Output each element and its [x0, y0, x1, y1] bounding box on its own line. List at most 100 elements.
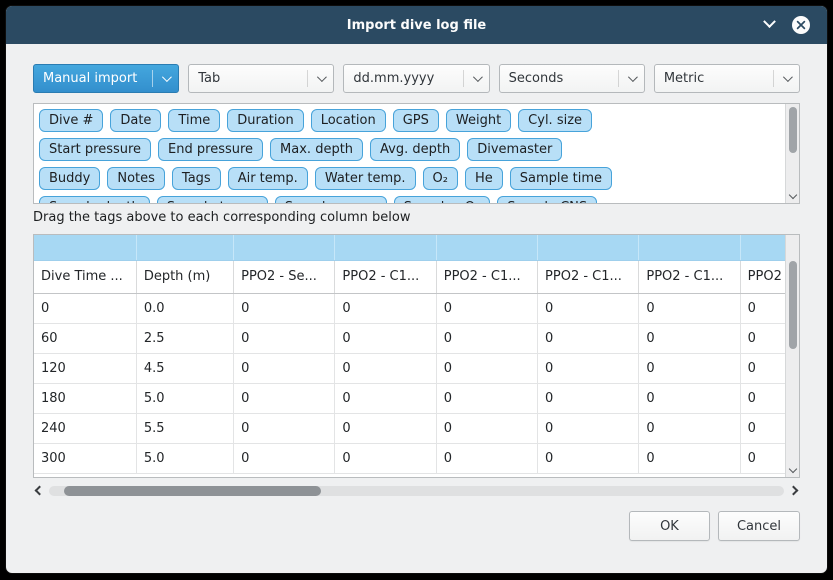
- combo-separator: [152, 70, 153, 87]
- scroll-left-arrow-icon[interactable]: [35, 486, 45, 496]
- drag-tag[interactable]: GPS: [393, 109, 439, 132]
- drop-target-cell[interactable]: [34, 235, 136, 260]
- table-row: 2405.5000000: [34, 413, 800, 443]
- table-cell: 0: [34, 293, 136, 323]
- scroll-down-arrow-icon[interactable]: [789, 191, 797, 199]
- table-cell: 0: [436, 413, 537, 443]
- table-cell: 0: [335, 413, 436, 443]
- scroll-down-arrow-icon[interactable]: [789, 465, 797, 473]
- tag-row: Start pressure End pressure Max. depth Avg.…: [39, 138, 779, 161]
- close-button[interactable]: [791, 15, 811, 35]
- drag-tag[interactable]: Water temp.: [315, 167, 416, 190]
- column-header[interactable]: PPO2 - Se...: [234, 260, 335, 293]
- drag-tag[interactable]: Sample temp.: [157, 196, 268, 203]
- scroll-right-arrow-icon[interactable]: [789, 486, 799, 496]
- tag-rows: Dive # Date Time Duration Location GPS Weight C…: [34, 104, 799, 203]
- cancel-button[interactable]: Cancel: [718, 511, 800, 541]
- drag-tag[interactable]: Sample depth: [39, 196, 150, 203]
- tag-pool-scrollbar[interactable]: [785, 104, 799, 203]
- drag-tag[interactable]: Location: [311, 109, 386, 132]
- dialog-content: Manual importTabdd.mm.yyyySecondsMetric …: [6, 44, 827, 541]
- chevron-down-icon: [317, 72, 327, 82]
- drop-target-cell[interactable]: [335, 235, 436, 260]
- table-cell: 0: [538, 383, 639, 413]
- table-cell: 0: [436, 353, 537, 383]
- table-cell: 0: [335, 443, 436, 473]
- table-cell: 180: [34, 383, 136, 413]
- date-format-combo[interactable]: dd.mm.yyyy: [343, 64, 489, 93]
- column-header[interactable]: Depth (m): [136, 260, 233, 293]
- scrollbar-thumb[interactable]: [789, 107, 797, 153]
- horizontal-scrollbar[interactable]: [33, 484, 800, 498]
- drag-tag[interactable]: Dive #: [39, 109, 103, 132]
- time-format-combo-value: Seconds: [509, 71, 618, 86]
- drop-target-cell[interactable]: [436, 235, 537, 260]
- preview-table-container: Dive Time ...Depth (m)PPO2 - Se...PPO2 -…: [33, 234, 800, 478]
- table-cell: 0: [639, 293, 740, 323]
- drop-target-cell[interactable]: [538, 235, 639, 260]
- table-cell: 0: [234, 323, 335, 353]
- preview-table: Dive Time ...Depth (m)PPO2 - Se...PPO2 -…: [34, 235, 800, 474]
- drop-target-cell[interactable]: [234, 235, 335, 260]
- drop-target-row: [34, 235, 800, 260]
- drag-tag[interactable]: O₂: [423, 167, 458, 190]
- table-cell: 0: [436, 323, 537, 353]
- table-row: 00.0000000: [34, 293, 800, 323]
- column-header[interactable]: PPO2 - C1...: [538, 260, 639, 293]
- drag-tag[interactable]: Time: [168, 109, 220, 132]
- drag-tag[interactable]: Air temp.: [228, 167, 308, 190]
- drop-target-cell[interactable]: [136, 235, 233, 260]
- drag-tag[interactable]: Cyl. size: [518, 109, 592, 132]
- column-header[interactable]: Dive Time ...: [34, 260, 136, 293]
- table-cell: 0: [538, 443, 639, 473]
- drag-tag[interactable]: Max. depth: [270, 138, 363, 161]
- table-cell: 0: [639, 353, 740, 383]
- units-combo[interactable]: Metric: [654, 64, 800, 93]
- drag-tag[interactable]: End pressure: [158, 138, 263, 161]
- drag-tag[interactable]: Date: [110, 109, 161, 132]
- date-format-combo-value: dd.mm.yyyy: [353, 71, 462, 86]
- table-cell: 0: [538, 293, 639, 323]
- header-row: Dive Time ...Depth (m)PPO2 - Se...PPO2 -…: [34, 260, 800, 293]
- column-header[interactable]: PPO2 - C1...: [639, 260, 740, 293]
- tag-pool: Dive # Date Time Duration Location GPS Weight C…: [33, 103, 800, 204]
- drag-tag[interactable]: Sample press.: [275, 196, 387, 203]
- drag-tag[interactable]: Avg. depth: [370, 138, 460, 161]
- close-icon: [791, 15, 811, 35]
- drag-tag[interactable]: Start pressure: [39, 138, 151, 161]
- scrollbar-thumb[interactable]: [789, 261, 797, 349]
- table-cell: 5.0: [136, 383, 233, 413]
- drag-tag[interactable]: Divemaster: [467, 138, 562, 161]
- drag-tag[interactable]: Sample CNS: [497, 196, 597, 203]
- table-cell: 0.0: [136, 293, 233, 323]
- drag-tag[interactable]: Duration: [227, 109, 303, 132]
- drag-tag[interactable]: Buddy: [39, 167, 100, 190]
- scrollbar-track[interactable]: [49, 486, 784, 496]
- button-row: OK Cancel: [33, 511, 800, 541]
- ok-button[interactable]: OK: [629, 511, 710, 541]
- scrollbar-thumb[interactable]: [64, 486, 321, 496]
- separator-combo[interactable]: Tab: [188, 64, 334, 93]
- column-header[interactable]: PPO2 - C1...: [335, 260, 436, 293]
- table-cell: 300: [34, 443, 136, 473]
- table-row: 1204.5000000: [34, 353, 800, 383]
- titlebar[interactable]: Import dive log file: [6, 6, 827, 44]
- table-cell: 0: [436, 383, 537, 413]
- drag-tag[interactable]: He: [465, 167, 503, 190]
- drag-tag[interactable]: Notes: [107, 167, 165, 190]
- table-cell: 0: [436, 293, 537, 323]
- chevron-down-icon: [162, 72, 172, 82]
- drag-tag[interactable]: Tags: [172, 167, 221, 190]
- drag-tag[interactable]: Sample time: [510, 167, 612, 190]
- drag-tag[interactable]: Sample pO₂: [394, 196, 491, 203]
- drag-tag[interactable]: Weight: [446, 109, 511, 132]
- import-type-combo[interactable]: Manual import: [33, 64, 179, 93]
- column-header[interactable]: PPO2 - C1...: [436, 260, 537, 293]
- drop-target-cell[interactable]: [639, 235, 740, 260]
- time-format-combo[interactable]: Seconds: [499, 64, 645, 93]
- table-vertical-scrollbar[interactable]: [785, 235, 799, 477]
- more-options-button[interactable]: [765, 18, 774, 33]
- table-cell: 0: [335, 353, 436, 383]
- table-cell: 0: [538, 413, 639, 443]
- chevron-down-icon: [473, 72, 483, 82]
